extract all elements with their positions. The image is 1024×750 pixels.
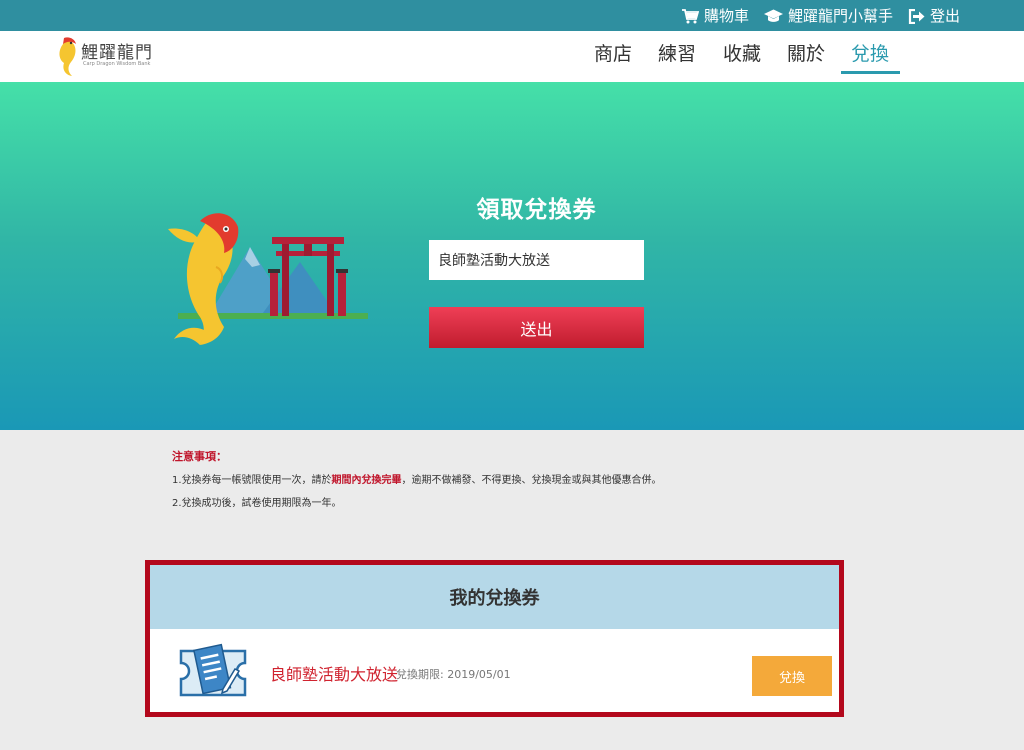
notes-line-1: 1.兌換券每一帳號限使用一次，請於期間內兌換完畢，逾期不做補發、不得更換、兌換現… [172, 475, 662, 487]
main-navbar: 鯉躍龍門 Carp Dragon Wisdom Bank 商店 練習 收藏 關於… [0, 31, 1024, 82]
redeem-hero: 領取兌換券 送出 [0, 82, 1024, 430]
logout-icon [908, 8, 925, 24]
redeem-button[interactable]: 兌換 [752, 656, 832, 696]
logout-link[interactable]: 登出 [908, 6, 960, 26]
notes-line-1-highlight: 期間內兌換完畢 [331, 475, 402, 486]
nav-practice[interactable]: 練習 [658, 41, 696, 67]
notes-line-1-pre: 1.兌換券每一帳號限使用一次，請於 [172, 475, 332, 486]
document-pen-icon [179, 643, 247, 697]
cart-icon [682, 8, 699, 23]
carp-logo-icon [59, 37, 76, 76]
nav-active-underline [841, 71, 900, 74]
nav-about[interactable]: 關於 [787, 41, 825, 67]
notes-line-2: 2.兌換成功後，試卷使用期限為一年。 [172, 498, 342, 509]
nav-redeem[interactable]: 兌換 [851, 41, 889, 67]
carp-gate-illustration [168, 213, 368, 345]
top-utility-bar: 購物車 鯉躍龍門小幫手 登出 [0, 0, 1024, 31]
notes-title: 注意事項： [172, 450, 227, 463]
helper-link[interactable]: 鯉躍龍門小幫手 [764, 6, 893, 26]
logout-label: 登出 [930, 7, 961, 25]
my-coupons-panel: 我的兌換券 良師塾活動大放送 兌換期限: 2019/05/01 兌換 [145, 560, 844, 717]
submit-button[interactable]: 送出 [429, 307, 644, 348]
coupon-list-item: 良師塾活動大放送 兌換期限: 2019/05/01 兌換 [150, 629, 839, 712]
brand-tagline: Carp Dragon Wisdom Bank [83, 61, 151, 67]
redeem-title: 領取兌換券 [476, 197, 597, 223]
cart-label: 購物車 [704, 7, 750, 25]
helper-label: 鯉躍龍門小幫手 [788, 7, 894, 25]
notes-section: 注意事項： 1.兌換券每一帳號限使用一次，請於期間內兌換完畢，逾期不做補發、不得… [172, 448, 662, 521]
notes-line-1-post: ，逾期不做補發、不得更換、兌換現金或與其他優惠合併。 [401, 475, 662, 486]
brand-logo[interactable]: 鯉躍龍門 Carp Dragon Wisdom Bank [55, 34, 165, 78]
nav-favorites[interactable]: 收藏 [723, 41, 761, 67]
coupon-expiry: 兌換期限: 2019/05/01 [396, 668, 511, 681]
nav-store[interactable]: 商店 [594, 41, 632, 67]
my-coupons-title: 我的兌換券 [150, 565, 839, 629]
brand-name: 鯉躍龍門 [81, 43, 153, 63]
coupon-name: 良師塾活動大放送 [270, 665, 399, 684]
cart-link[interactable]: 購物車 [682, 6, 749, 26]
graduation-cap-icon [764, 9, 783, 22]
coupon-code-input[interactable] [429, 240, 644, 280]
